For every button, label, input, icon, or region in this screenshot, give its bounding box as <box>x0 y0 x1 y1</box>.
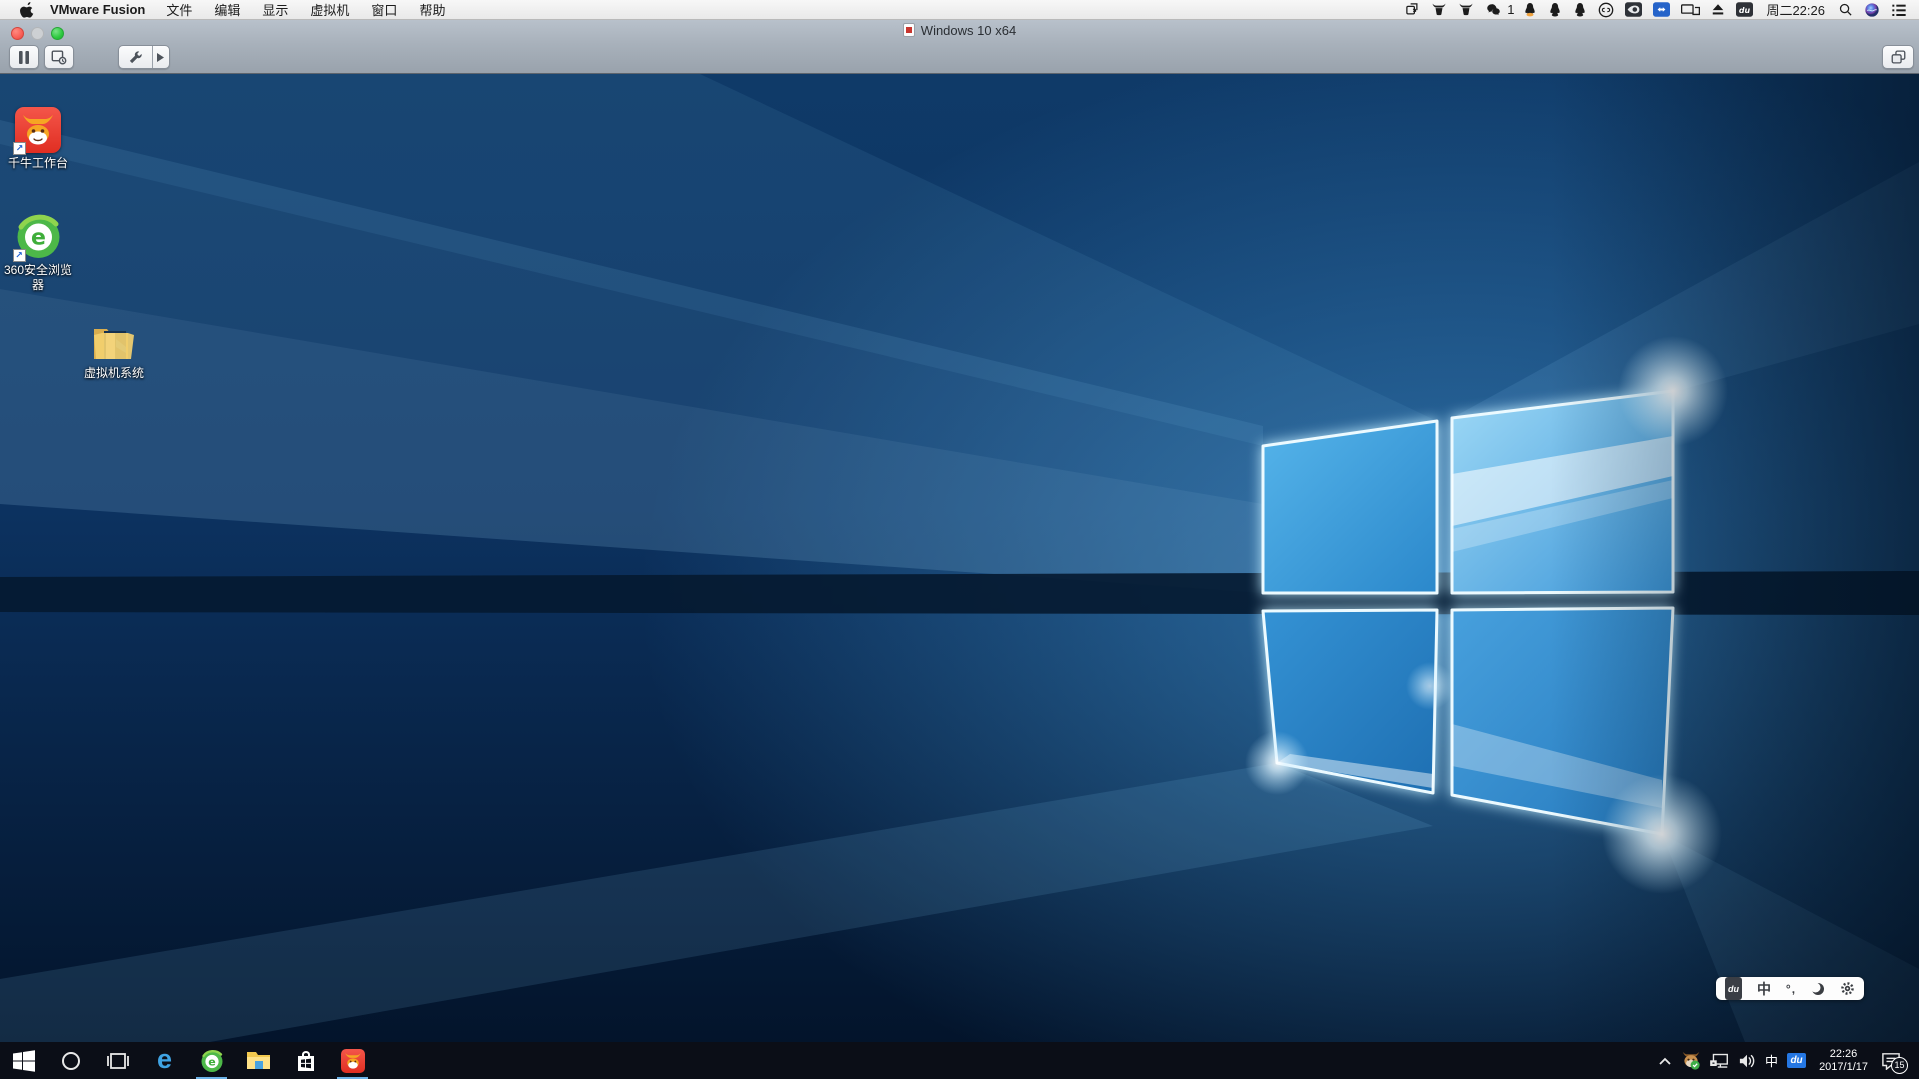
cortana-button[interactable] <box>47 1042 94 1079</box>
vm-document-icon <box>902 23 915 37</box>
snapshot-button[interactable] <box>44 45 74 69</box>
qq-icon-3[interactable] <box>1571 0 1589 20</box>
edge-icon: e <box>156 1044 173 1074</box>
desktop-icon-360-browser[interactable]: e ↗ 360安全浏览 器 <box>1 213 75 293</box>
menu-vm[interactable]: 虚拟机 <box>299 0 360 19</box>
desktop-icon-vm-folder[interactable]: 虚拟机系统 <box>70 323 158 381</box>
qq-icon-2[interactable] <box>1546 0 1564 20</box>
baidu-menubar-icon[interactable]: du <box>1734 0 1755 20</box>
menu-edit[interactable]: 编辑 <box>203 0 251 19</box>
clock-date: 2017/1/17 <box>1819 1060 1868 1073</box>
window-switcher-icon[interactable] <box>1403 0 1422 20</box>
qq-icon-1[interactable] <box>1521 0 1539 20</box>
shortcut-arrow-badge: ↗ <box>13 142 26 155</box>
taskbar-360-browser-button[interactable]: e <box>188 1042 235 1079</box>
tray-baidu-ime-icon[interactable]: du <box>1787 1053 1807 1068</box>
desktop-icon-label: 虚拟机系统 <box>83 366 144 380</box>
menu-window[interactable]: 窗口 <box>360 0 408 19</box>
shortcut-arrow-badge: ↗ <box>12 249 26 262</box>
taskbar-qianniu-button[interactable] <box>329 1042 376 1079</box>
pause-icon <box>19 50 29 64</box>
desktop-icon-qianniu[interactable]: ↗ 千牛工作台 <box>1 107 75 171</box>
input-language-indicator[interactable]: 中 <box>1765 1051 1778 1070</box>
ime-punctuation-button[interactable]: °, <box>1786 977 1796 1000</box>
360-browser-icon: e <box>200 1049 224 1073</box>
svg-text:du: du <box>1739 6 1751 15</box>
taskbar-clock[interactable]: 22:26 2017/1/17 <box>1815 1048 1872 1074</box>
store-icon <box>297 1050 314 1071</box>
nvidia-icon[interactable] <box>1623 0 1644 20</box>
svg-text:e: e <box>208 1055 215 1068</box>
windows-taskbar: e e 中 du 22:26 2017/1/17 15 <box>0 1042 1919 1079</box>
adobe-cc-icon[interactable] <box>1596 0 1616 20</box>
desktop-icon-label: 千牛工作台 <box>7 156 68 170</box>
cortana-circle-icon <box>61 1051 80 1070</box>
qianniu-icon <box>340 1048 365 1073</box>
spotlight-search-icon[interactable] <box>1836 0 1855 20</box>
vm-display: ↗ 千牛工作台 e ↗ 360安全浏览 器 虚拟机系统 du 中 °, <box>0 74 1919 1042</box>
baidu-ime-toolbar: du 中 °, <box>1716 977 1864 1000</box>
windows-store-button[interactable] <box>282 1042 329 1079</box>
desktop-icon-label-line2: 器 <box>31 278 44 292</box>
macos-menu-bar: VMware Fusion 文件 编辑 显示 虚拟机 窗口 帮助 1 du 周二… <box>0 0 1919 20</box>
vmware-window-chrome: Windows 10 x64 <box>0 20 1919 74</box>
ime-fullwidth-moon-button[interactable] <box>1811 977 1825 1000</box>
taskbar-edge-button[interactable]: e <box>141 1042 188 1079</box>
notification-count-badge: 15 <box>1891 1056 1908 1074</box>
menu-help[interactable]: 帮助 <box>408 0 456 19</box>
svg-text:e: e <box>31 226 46 251</box>
wrench-tools-icon[interactable] <box>119 50 152 65</box>
qianniu-app-icon: ↗ <box>13 107 61 155</box>
notification-center-icon[interactable] <box>1889 0 1909 20</box>
wechat-icon[interactable] <box>1483 0 1504 20</box>
file-explorer-button[interactable] <box>235 1042 282 1079</box>
pause-vm-button[interactable] <box>9 45 39 69</box>
wechat-unread-badge: 1 <box>1507 2 1515 17</box>
snapshot-icon <box>51 49 67 65</box>
show-hidden-icons-button[interactable] <box>1658 1056 1672 1066</box>
windows-hero-wallpaper <box>0 74 1919 1042</box>
system-tray: 中 du 22:26 2017/1/17 15 <box>1658 1042 1919 1079</box>
tray-qianniu-icon[interactable] <box>1681 1051 1701 1070</box>
baidu-ime-logo[interactable]: du <box>1725 977 1742 1000</box>
tools-button-group[interactable] <box>118 45 170 69</box>
teamviewer-icon[interactable] <box>1651 0 1672 20</box>
start-button[interactable] <box>0 1042 47 1079</box>
apple-logo-icon <box>19 2 33 18</box>
apple-menu[interactable] <box>12 1 42 18</box>
clock-time: 22:26 <box>1829 1047 1858 1060</box>
siri-icon[interactable] <box>1862 0 1882 20</box>
menubar-clock[interactable]: 周二22:26 <box>1762 0 1829 19</box>
task-view-button[interactable] <box>94 1042 141 1079</box>
volume-icon[interactable] <box>1738 1053 1756 1069</box>
network-icon[interactable] <box>1710 1053 1729 1069</box>
menu-file[interactable]: 文件 <box>155 0 203 19</box>
vm-window-title: Windows 10 x64 <box>920 22 1017 38</box>
windows-logo-icon <box>12 1049 35 1072</box>
ime-language-mode-button[interactable]: 中 <box>1757 977 1771 1000</box>
desktop-icon-label-line1: 360安全浏览 <box>3 263 73 277</box>
view-mode-button[interactable] <box>1882 45 1914 69</box>
file-explorer-icon <box>247 1052 270 1069</box>
eject-icon[interactable] <box>1709 0 1727 20</box>
action-center-button[interactable]: 15 <box>1881 1052 1908 1074</box>
ime-settings-gear-button[interactable] <box>1840 977 1855 1000</box>
task-view-icon <box>106 1052 129 1069</box>
overlapping-windows-icon <box>1891 50 1905 64</box>
360-browser-app-icon: e ↗ <box>12 213 62 262</box>
menu-view[interactable]: 显示 <box>251 0 299 19</box>
menubar-app-name[interactable]: VMware Fusion <box>50 2 145 17</box>
folder-icon <box>91 323 137 363</box>
qianniu-menubar-icon-1[interactable] <box>1429 0 1449 20</box>
tools-dropdown-arrow-icon[interactable] <box>153 52 169 62</box>
qianniu-menubar-icon-2[interactable] <box>1456 0 1476 20</box>
chevron-up-icon <box>1659 1057 1671 1065</box>
display-mirroring-icon[interactable] <box>1679 0 1702 20</box>
